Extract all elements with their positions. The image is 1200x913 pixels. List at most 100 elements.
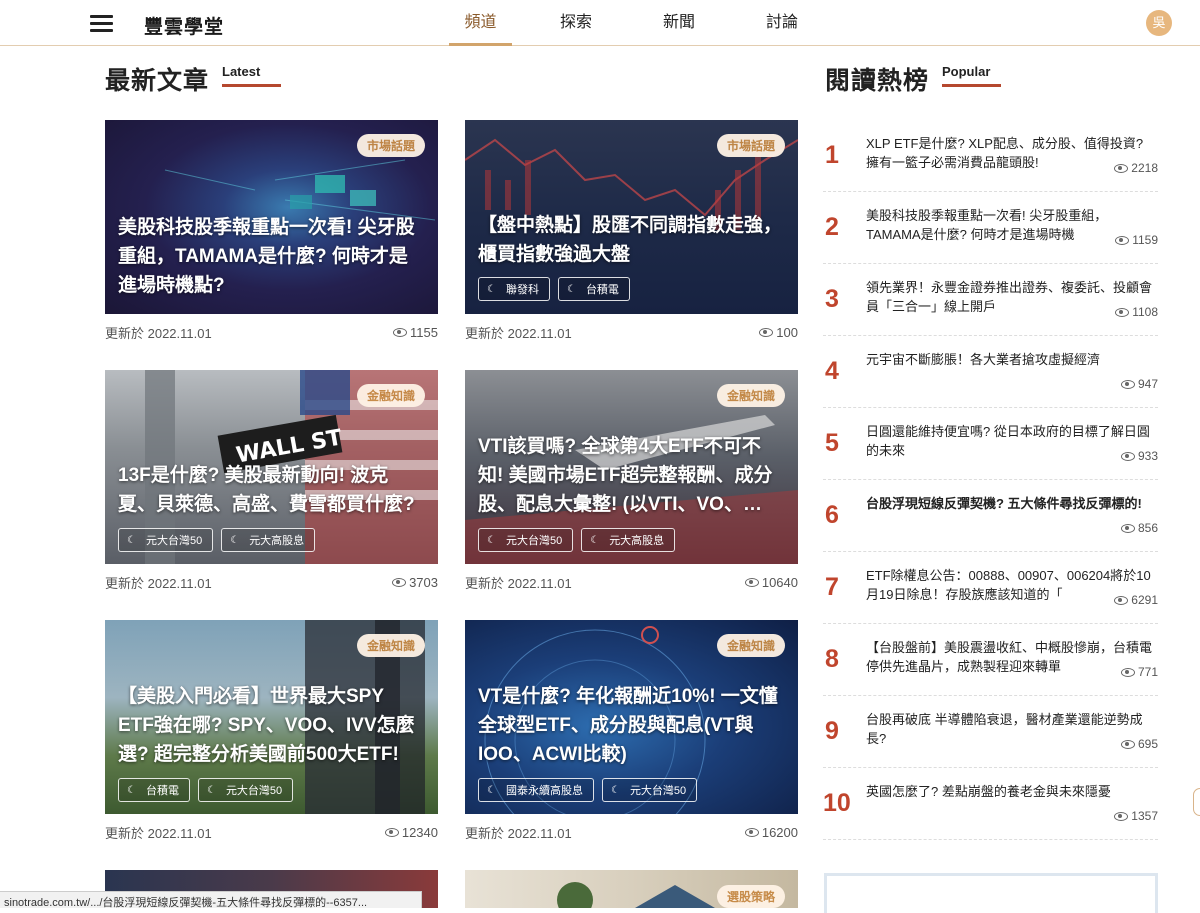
tab-channel[interactable]: 頻道 [449, 0, 512, 46]
eye-icon [385, 828, 399, 837]
latest-title: 最新文章 [105, 61, 209, 97]
card-date: 更新於 2022.11.01 [465, 573, 572, 592]
popular-item[interactable]: 4 元宇宙不斷膨脹！各大業者搶攻虛擬經濟 947 [823, 336, 1158, 408]
popular-rank: 10 [823, 789, 851, 818]
popular-item[interactable]: 10 英國怎麼了? 差點崩盤的養老金與未來隱憂 1357 [823, 768, 1158, 840]
popular-item[interactable]: 6 台股浮現短線反彈契機? 五大條件尋找反彈標的! 856 [823, 480, 1158, 552]
card-meta: 更新於 2022.11.01 3703 [105, 573, 438, 592]
popular-rank: 1 [825, 141, 839, 170]
view-count: 16200 [762, 825, 798, 840]
category-badge[interactable]: 金融知識 [357, 634, 425, 657]
tag-icon: ☾ [207, 785, 216, 796]
eye-icon [393, 328, 407, 337]
card-date: 更新於 2022.11.01 [465, 823, 572, 842]
card-title[interactable]: 13F是什麼? 美股最新動向! 波克夏、貝萊德、高盛、費雪都買什麼? [118, 461, 424, 519]
card-meta: 更新於 2022.11.01 100 [465, 323, 798, 342]
popular-item[interactable]: 9 台股再破底 半導體陷衰退，醫材產業還能逆勢成長? 695 [823, 696, 1158, 768]
article-card[interactable]: 金融知識 VT是什麼? 年化報酬近10%! 一文懂全球型ETF、成分股與配息(V… [465, 620, 798, 814]
stock-tag[interactable]: ☾元大高股息 [581, 528, 675, 552]
view-count: 1108 [1132, 305, 1158, 319]
category-badge[interactable]: 市場話題 [357, 134, 425, 157]
popular-item[interactable]: 2 美股科技股季報重點一次看! 尖牙股重組，TAMAMA是什麼? 何時才是進場時… [823, 192, 1158, 264]
card-title[interactable]: 【盤中熱點】股匯不同調指數走強，櫃買指數強過大盤 [478, 211, 784, 269]
view-count: 10640 [762, 575, 798, 590]
eye-icon [1121, 380, 1135, 389]
view-count: 856 [1138, 521, 1158, 535]
tab-news[interactable]: 新聞 [647, 0, 711, 46]
eye-icon [1115, 308, 1129, 317]
category-badge[interactable]: 金融知識 [357, 384, 425, 407]
tab-explore[interactable]: 探索 [544, 0, 608, 46]
top-header: 豐雲學堂 頻道 探索 新聞 討論 吳 [0, 0, 1200, 46]
tag-icon: ☾ [611, 785, 620, 796]
popular-rank: 9 [825, 717, 839, 746]
popular-rank: 2 [825, 213, 839, 242]
stock-tag[interactable]: ☾台積電 [118, 778, 190, 802]
tag-icon: ☾ [487, 785, 496, 796]
article-card[interactable]: WALL ST 金融知識 13F是什麼? 美股最新動向! 波克夏、貝萊德、高盛、… [105, 370, 438, 564]
popular-item[interactable]: 7 ETF除權息公告：00888、00907、006204將於10月19日除息！… [823, 552, 1158, 624]
article-card[interactable]: 選股策略 [465, 870, 798, 908]
menu-icon[interactable] [90, 15, 113, 31]
card-meta: 更新於 2022.11.01 10640 [465, 573, 798, 592]
popular-title[interactable]: 台股再破底 半導體陷衰退，醫材產業還能逆勢成長? [866, 710, 1156, 748]
stock-tag[interactable]: ☾台積電 [558, 277, 630, 301]
popular-title[interactable]: 台股浮現短線反彈契機? 五大條件尋找反彈標的! [866, 494, 1156, 513]
popular-item[interactable]: 3 領先業界！永豐金證券推出證券、複委託、投顧會員「三合一」線上開戶 1108 [823, 264, 1158, 336]
sidebar-banner[interactable] [824, 873, 1158, 913]
article-card[interactable]: 市場話題 【盤中熱點】股匯不同調指數走強，櫃買指數強過大盤 ☾聯發科 ☾台積電 [465, 120, 798, 314]
card-title[interactable]: VTI該買嗎? 全球第4大ETF不可不知! 美國市場ETF超完整報酬、成分股、配… [478, 432, 784, 519]
popular-title[interactable]: 英國怎麼了? 差點崩盤的養老金與未來隱憂 [866, 782, 1156, 801]
eye-icon [1114, 812, 1128, 821]
card-title[interactable]: VT是什麼? 年化報酬近10%! 一文懂全球型ETF、成分股與配息(VT與IOO… [478, 682, 784, 769]
site-logo[interactable]: 豐雲學堂 [144, 12, 224, 39]
article-card[interactable]: 金融知識 【美股入門必看】世界最大SPY ETF強在哪? SPY、VOO、IVV… [105, 620, 438, 814]
tag-list: ☾國泰永續高股息 ☾元大台灣50 [478, 778, 697, 802]
tag-list: ☾元大台灣50 ☾元大高股息 [118, 528, 315, 552]
avatar[interactable]: 吳 [1146, 10, 1172, 36]
stock-tag[interactable]: ☾聯發科 [478, 277, 550, 301]
popular-title[interactable]: 【台股盤前】美股震盪收紅、中概股慘崩，台積電停供先進晶片，成熟製程迎來轉單 [866, 638, 1156, 676]
eye-icon [1121, 740, 1135, 749]
view-count: 1357 [1131, 809, 1158, 823]
view-count: 771 [1138, 665, 1158, 679]
scroll-to-top-button[interactable] [1193, 788, 1200, 816]
popular-item[interactable]: 1 XLP ETF是什麼? XLP配息、成分股、值得投資? 擁有一籃子必需消費品… [823, 120, 1158, 192]
category-badge[interactable]: 金融知識 [717, 384, 785, 407]
popular-title: 閱讀熱榜 [825, 61, 929, 97]
article-card[interactable]: 金融知識 VTI該買嗎? 全球第4大ETF不可不知! 美國市場ETF超完整報酬、… [465, 370, 798, 564]
tab-discussion[interactable]: 討論 [750, 0, 814, 46]
stock-tag[interactable]: ☾元大台灣50 [198, 778, 293, 802]
article-card[interactable]: 市場話題 美股科技股季報重點一次看! 尖牙股重組，TAMAMA是什麼? 何時才是… [105, 120, 438, 314]
stock-tag[interactable]: ☾元大台灣50 [478, 528, 573, 552]
tag-icon: ☾ [230, 535, 239, 546]
card-meta: 更新於 2022.11.01 16200 [465, 823, 798, 842]
category-badge[interactable]: 市場話題 [717, 134, 785, 157]
popular-title[interactable]: 元宇宙不斷膨脹！各大業者搶攻虛擬經濟 [866, 350, 1156, 369]
card-date: 更新於 2022.11.01 [465, 323, 572, 342]
tag-icon: ☾ [487, 284, 496, 295]
view-count: 12340 [402, 825, 438, 840]
eye-icon [1121, 452, 1135, 461]
stock-tag[interactable]: ☾元大高股息 [221, 528, 315, 552]
stock-tag[interactable]: ☾國泰永續高股息 [478, 778, 594, 802]
eye-icon [745, 578, 759, 587]
eye-icon [745, 828, 759, 837]
popular-item[interactable]: 8 【台股盤前】美股震盪收紅、中概股慘崩，台積電停供先進晶片，成熟製程迎來轉單 … [823, 624, 1158, 696]
category-badge[interactable]: 選股策略 [717, 885, 785, 908]
view-count: 1159 [1132, 233, 1158, 247]
popular-title[interactable]: 日圓還能維持便宜嗎? 從日本政府的目標了解日圓的未來 [866, 422, 1156, 460]
card-title[interactable]: 美股科技股季報重點一次看! 尖牙股重組，TAMAMA是什麼? 何時才是進場時機點… [118, 213, 424, 300]
card-date: 更新於 2022.11.01 [105, 823, 212, 842]
view-count: 6291 [1131, 593, 1158, 607]
card-date: 更新於 2022.11.01 [105, 573, 212, 592]
card-title[interactable]: 【美股入門必看】世界最大SPY ETF強在哪? SPY、VOO、IVV怎麼選? … [118, 682, 424, 769]
view-count: 947 [1138, 377, 1158, 391]
stock-tag[interactable]: ☾元大台灣50 [602, 778, 697, 802]
eye-icon [759, 328, 773, 337]
category-badge[interactable]: 金融知識 [717, 634, 785, 657]
popular-item[interactable]: 5 日圓還能維持便宜嗎? 從日本政府的目標了解日圓的未來 933 [823, 408, 1158, 480]
eye-icon [1114, 164, 1128, 173]
stock-tag[interactable]: ☾元大台灣50 [118, 528, 213, 552]
main-nav: 頻道 探索 新聞 討論 [449, 0, 814, 46]
